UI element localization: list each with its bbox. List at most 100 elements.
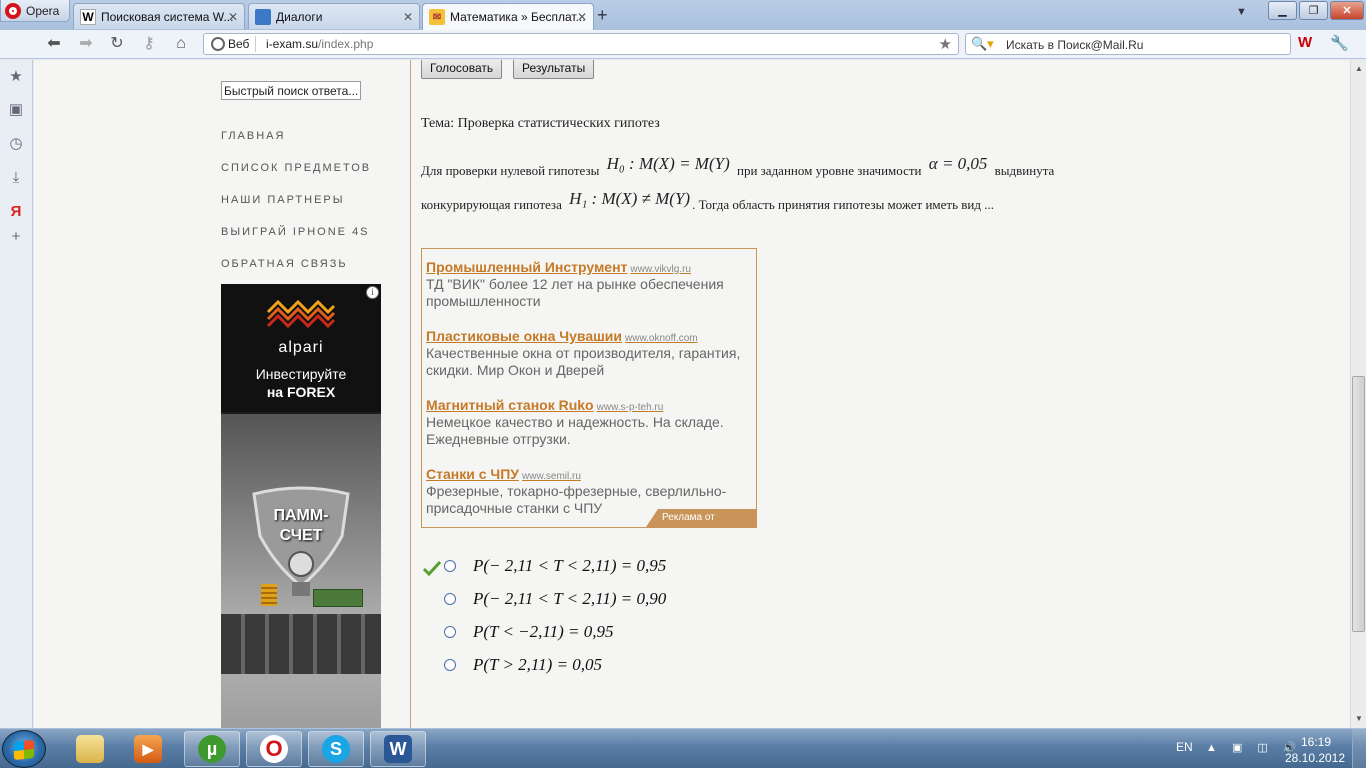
ad-info-icon[interactable]: i — [366, 286, 379, 299]
ad-url[interactable]: www.semil.ru — [522, 471, 581, 482]
vertical-scrollbar[interactable]: ▲ ▼ — [1350, 60, 1366, 728]
ad-title-link[interactable]: Промышленный Инструмент www.vikvlg.ru — [426, 259, 691, 275]
answer-text: P(T > 2,11) = 0,05 — [473, 655, 603, 674]
alpari-logo-icon — [266, 299, 336, 328]
tab-dialogs[interactable]: Диалоги ✕ — [248, 3, 420, 29]
answer-radio[interactable] — [444, 593, 456, 605]
question-line-2: конкурирующая гипотеза H₁ : M(X) ≠ M(Y).… — [421, 189, 994, 214]
menu-link-partners[interactable]: НАШИ ПАРТНЕРЫ — [221, 194, 345, 206]
banner-illustration: ПАММ- СЧЕТ — [221, 414, 381, 728]
opera-logo-icon — [5, 2, 21, 19]
scroll-down-arrow-icon[interactable]: ▼ — [1355, 714, 1363, 723]
bookmarks-star-icon[interactable]: ★ — [7, 68, 25, 86]
add-panel-icon[interactable]: + — [7, 228, 25, 246]
wrench-icon[interactable]: 🔧 — [1330, 34, 1349, 52]
ad-title-link[interactable]: Пластиковые окна Чувашии www.oknoff.com — [426, 328, 698, 344]
alpari-brand: alpari — [278, 339, 324, 356]
opera-menu-label: Opera — [26, 3, 60, 18]
reload-icon[interactable]: ↻ — [107, 34, 127, 54]
google-ads-block: Промышленный Инструмент www.vikvlg.ru ТД … — [421, 248, 757, 528]
column-divider — [410, 60, 411, 728]
web-badge[interactable]: Веб — [208, 36, 257, 52]
maximize-button[interactable]: ❐ — [1299, 1, 1328, 20]
clock-time[interactable]: 16:19 — [1286, 735, 1346, 749]
ad-url[interactable]: www.s-p-teh.ru — [597, 402, 664, 413]
taskbar-opera[interactable]: O — [246, 731, 302, 767]
minimize-button[interactable]: ▁ — [1268, 1, 1297, 20]
ad-title-link[interactable]: Магнитный станок Ruko www.s-p-teh.ru — [426, 397, 663, 413]
home-icon[interactable]: ⌂ — [171, 34, 191, 54]
menu-link-feedback[interactable]: ОБРАТНАЯ СВЯЗЬ — [221, 258, 348, 270]
answer-text: P(T < −2,11) = 0,95 — [473, 622, 614, 641]
url-text: i-exam.su/index.php — [266, 37, 373, 51]
taskbar-media-player[interactable]: ▶ — [120, 731, 176, 767]
tab-close-icon[interactable]: ✕ — [228, 10, 238, 24]
banner-slogan-line1: Инвестируйте — [255, 366, 347, 382]
ad-url[interactable]: www.oknoff.com — [625, 333, 698, 344]
ad-url[interactable]: www.vikvlg.ru — [630, 264, 691, 275]
history-clock-icon[interactable]: ◷ — [7, 135, 25, 153]
taskbar-word[interactable]: W — [370, 731, 426, 767]
globe-icon — [211, 37, 225, 51]
question-text: конкурирующая гипотеза — [421, 197, 562, 212]
scroll-up-arrow-icon[interactable]: ▲ — [1355, 64, 1363, 73]
tab-close-icon[interactable]: ✕ — [403, 10, 413, 24]
search-placeholder: Искать в Поиск@Mail.Ru — [1006, 38, 1144, 52]
key-icon[interactable]: ⚷ — [139, 34, 159, 54]
dialog-icon — [255, 8, 271, 25]
answer-radio[interactable] — [444, 659, 456, 671]
tab-menu-chevron-icon[interactable]: ▼ — [1236, 6, 1247, 18]
tab-close-icon[interactable]: ✕ — [577, 10, 587, 24]
vote-button[interactable]: Голосовать — [421, 60, 503, 79]
menu-link-iphone[interactable]: ВЫИГРАЙ IPHONE 4S — [221, 226, 370, 238]
alpha-formula: α = 0,05 — [928, 154, 988, 173]
wikipedia-icon: W — [80, 8, 96, 25]
forward-icon[interactable]: ➡ — [76, 34, 96, 54]
bookmark-star-icon[interactable]: ★ — [939, 35, 952, 53]
notes-icon[interactable]: ▣ — [7, 101, 25, 119]
results-button[interactable]: Результаты — [513, 60, 595, 79]
correct-check-icon — [423, 560, 441, 576]
quick-search-input[interactable]: Быстрый поиск ответа... — [221, 81, 361, 100]
search-engine-icon[interactable]: 🔍▾ — [971, 36, 994, 52]
search-input[interactable]: 🔍▾ Искать в Поиск@Mail.Ru — [965, 33, 1291, 55]
ad-title-text: Станки с ЧПУ — [426, 466, 519, 482]
address-field[interactable]: Веб i-exam.su/index.php ★ — [203, 33, 959, 55]
tab-title: Диалоги — [276, 9, 323, 24]
opera-menu-button[interactable]: Opera — [0, 0, 70, 22]
start-button[interactable] — [2, 730, 46, 768]
ad-title-link[interactable]: Станки с ЧПУ www.semil.ru — [426, 466, 581, 482]
ads-by-google-link[interactable]: Реклама от Google — [646, 509, 756, 527]
tab-mathematics[interactable]: ✉ Математика » Бесплат... ✕ — [422, 3, 594, 30]
alpari-ad-banner[interactable]: alpari Инвестируйте на FOREX ПАММ- СЧЕТ — [221, 284, 381, 728]
answer-radio[interactable] — [444, 626, 456, 638]
taskbar-explorer[interactable] — [62, 731, 118, 767]
banner-slogan-line2: на FOREX — [266, 384, 336, 400]
new-tab-button[interactable]: + — [597, 5, 608, 26]
close-window-button[interactable]: ✕ — [1330, 1, 1364, 20]
yandex-icon[interactable]: Я — [7, 203, 25, 221]
menu-link-home[interactable]: ГЛАВНАЯ — [221, 130, 285, 142]
ad-title-text: Магнитный станок Ruko — [426, 397, 594, 413]
address-toolbar: ⬅ ➡ ↻ ⚷ ⌂ Веб i-exam.su/index.php ★ 🔍▾ И… — [0, 30, 1366, 59]
taskbar-utorrent[interactable]: µ — [184, 731, 240, 767]
ads-by-label: Реклама от — [662, 512, 715, 523]
language-indicator[interactable]: EN — [1176, 740, 1193, 754]
taskbar-skype[interactable]: S — [308, 731, 364, 767]
clock-date[interactable]: 28.10.2012 — [1280, 751, 1350, 765]
downloads-icon[interactable]: ⤓ — [7, 169, 25, 187]
h0-formula: H₀ : M(X) = M(Y) — [606, 154, 730, 173]
url-host: i-exam.su — [266, 37, 319, 51]
tab-wikipedia[interactable]: W Поисковая система W... ✕ — [73, 3, 245, 29]
extension-w-icon[interactable]: W — [1298, 34, 1320, 54]
url-path: /index.php — [318, 37, 374, 51]
question-topic: Тема: Проверка статистических гипотез — [421, 116, 660, 131]
opera-icon: O — [260, 735, 288, 763]
show-desktop-button[interactable] — [1352, 729, 1366, 768]
answer-radio[interactable] — [444, 560, 456, 572]
folder-icon — [76, 735, 104, 763]
ad-description: ТД "ВИК" более 12 лет на рынке обеспечен… — [426, 276, 724, 309]
scroll-thumb[interactable] — [1352, 376, 1365, 632]
menu-link-subjects[interactable]: СПИСОК ПРЕДМЕТОВ — [221, 162, 371, 174]
back-icon[interactable]: ⬅ — [44, 34, 64, 54]
